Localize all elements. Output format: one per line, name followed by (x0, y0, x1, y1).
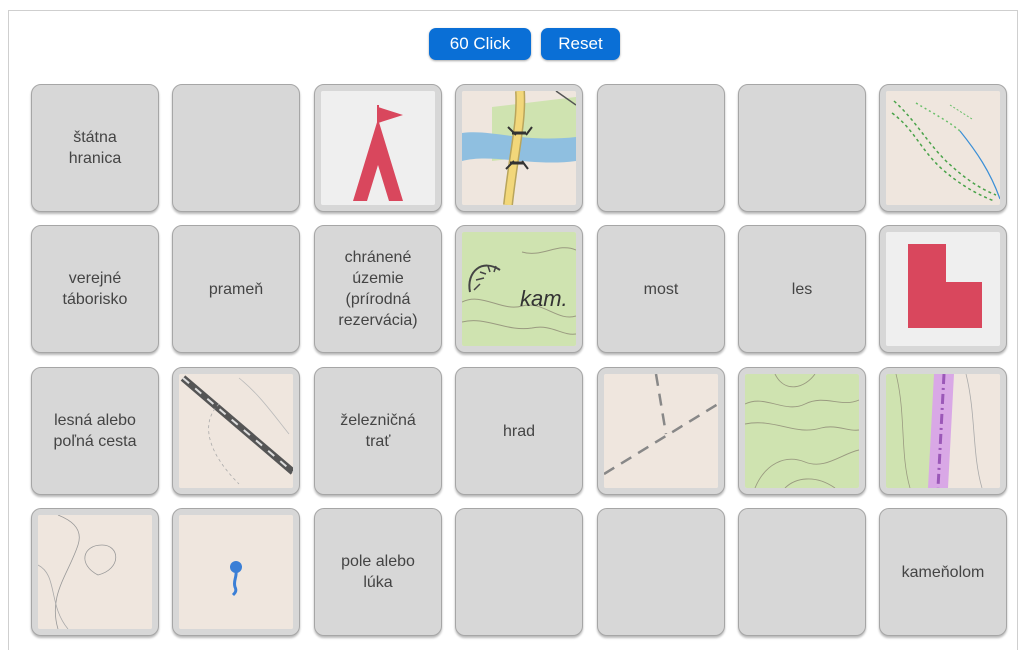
face-down-card[interactable] (455, 508, 583, 636)
card-label: prameň (208, 280, 264, 298)
card-label: hrad (502, 422, 536, 440)
face-down-card[interactable] (738, 84, 866, 212)
image-card[interactable] (738, 367, 866, 495)
card-label: most (643, 280, 679, 298)
image-card[interactable] (879, 84, 1007, 212)
image-card[interactable] (172, 367, 300, 495)
image-card[interactable] (31, 508, 159, 636)
map-dashed-border-icon (604, 374, 718, 488)
card-label: verejné táborisko (62, 270, 128, 308)
text-card[interactable]: les (738, 225, 866, 353)
toolbar: 60 Click Reset (0, 28, 1022, 60)
text-card[interactable]: verejné táborisko (31, 225, 159, 353)
text-card[interactable]: prameň (172, 225, 300, 353)
text-card[interactable]: pole alebo lúka (314, 508, 442, 636)
face-down-card[interactable] (597, 508, 725, 636)
red-l-shape-icon (886, 232, 1000, 346)
text-card[interactable]: chránené územie (prírodná rezervácia) (314, 225, 442, 353)
face-down-card[interactable] (597, 84, 725, 212)
image-card[interactable] (879, 225, 1007, 353)
image-card[interactable] (172, 508, 300, 636)
text-card[interactable]: lesná alebo poľná cesta (31, 367, 159, 495)
quarry-caption: kam. (520, 286, 568, 311)
card-label: kameňolom (901, 563, 985, 581)
reset-button[interactable]: Reset (541, 28, 620, 60)
click-counter-button[interactable]: 60 Click (429, 28, 531, 60)
text-card[interactable]: železničná trať (314, 367, 442, 495)
text-card[interactable]: most (597, 225, 725, 353)
face-down-card[interactable] (738, 508, 866, 636)
card-label: chránené územie (prírodná rezervácia) (338, 249, 418, 329)
map-quarry-icon: kam. (462, 232, 576, 346)
text-card[interactable]: hrad (455, 367, 583, 495)
image-card[interactable] (879, 367, 1007, 495)
card-label: pole alebo lúka (341, 553, 415, 591)
map-hedge-path-icon (886, 91, 1000, 205)
text-card[interactable]: kameňolom (879, 508, 1007, 636)
card-label: železničná trať (340, 412, 416, 450)
card-label: lesná alebo poľná cesta (53, 412, 137, 450)
image-card[interactable]: kam. (455, 225, 583, 353)
map-spring-icon (179, 515, 293, 629)
image-card[interactable] (597, 367, 725, 495)
map-protected-area-icon (886, 374, 1000, 488)
card-label: les (791, 280, 813, 298)
image-card[interactable] (455, 84, 583, 212)
red-flag-tent-icon (321, 91, 435, 205)
card-label: štátna hranica (68, 129, 122, 167)
face-down-card[interactable] (172, 84, 300, 212)
map-forest-icon (745, 374, 859, 488)
map-bridge-icon (462, 91, 576, 205)
map-railway-icon (179, 374, 293, 488)
text-card[interactable]: štátna hranica (31, 84, 159, 212)
image-card[interactable] (314, 84, 442, 212)
map-meadow-icon (38, 515, 152, 629)
